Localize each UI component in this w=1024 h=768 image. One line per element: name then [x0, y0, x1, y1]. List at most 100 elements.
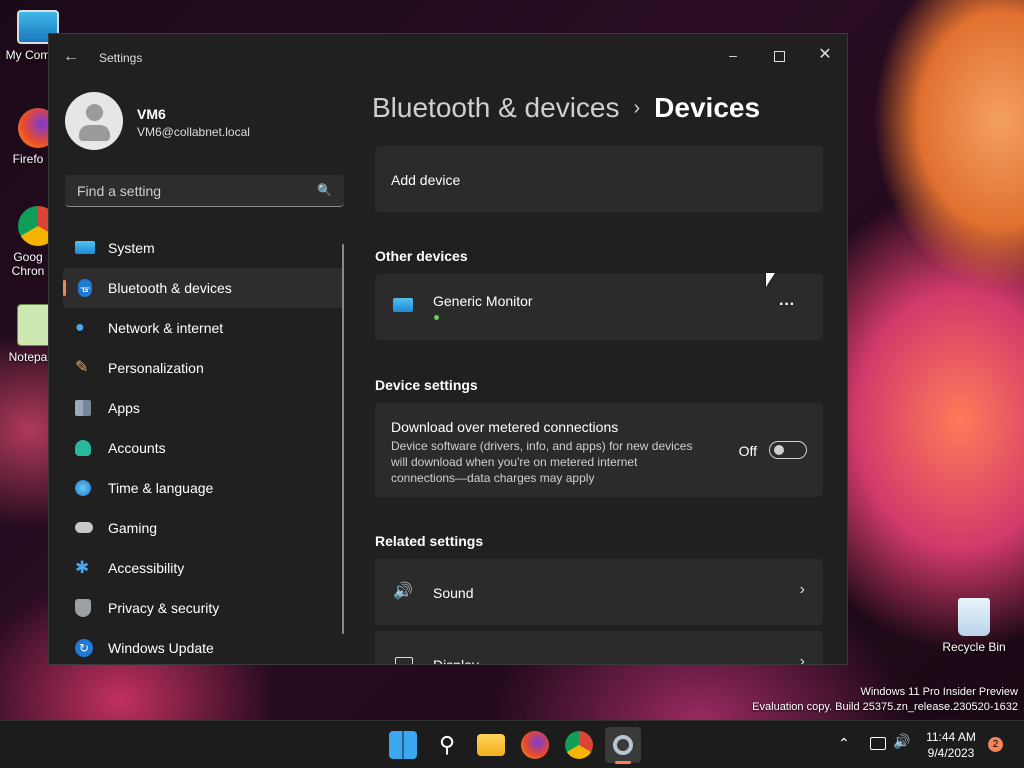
apps-icon — [75, 400, 91, 416]
sidebar-item-accounts[interactable]: Accounts — [63, 428, 343, 468]
accounts-icon — [75, 440, 91, 456]
desktop-icon-label: Notepa — [8, 350, 48, 364]
desktop-icon-recycle-bin[interactable]: Recycle Bin — [942, 598, 1006, 654]
sidebar-item-label: Windows Update — [108, 640, 214, 656]
metered-connection-card: Download over metered connections Device… — [375, 403, 823, 497]
profile-email: VM6@collabnet.local — [137, 125, 250, 139]
back-arrow-icon[interactable]: ← — [63, 48, 81, 66]
related-item-sound[interactable]: 🔊 Sound › — [375, 559, 823, 625]
metered-title: Download over metered connections — [391, 419, 619, 435]
chevron-right-icon: › — [799, 653, 805, 665]
shield-icon — [75, 599, 91, 617]
sidebar-item-bluetooth[interactable]: ᚗ Bluetooth & devices — [63, 268, 343, 308]
clock-date: 9/4/2023 — [927, 746, 975, 760]
mouse-cursor-icon — [766, 273, 775, 287]
toggle-state-label: Off — [738, 443, 757, 459]
sidebar-item-label: Apps — [108, 400, 140, 416]
toggle-knob — [774, 445, 784, 455]
sidebar-item-label: Bluetooth & devices — [108, 280, 232, 296]
sidebar-item-system[interactable]: System — [63, 228, 343, 268]
minimize-button[interactable]: – — [710, 40, 756, 70]
clock[interactable]: 11:44 AM 9/4/2023 — [922, 729, 980, 761]
add-device-label: Add device — [391, 172, 461, 188]
show-hidden-icons-chevron-up-icon[interactable]: ⌃ — [838, 735, 850, 752]
sidebar-item-label: System — [108, 240, 155, 256]
clock-time: 11:44 AM — [926, 730, 976, 744]
settings-window: ← Settings – ✕ VM6 VM6@collabnet.local 🔍… — [48, 33, 848, 665]
chevron-right-icon: › — [633, 97, 641, 119]
related-item-display[interactable]: Display › — [375, 631, 823, 665]
sidebar-item-label: Personalization — [108, 360, 204, 376]
profile-name: VM6 — [137, 106, 166, 122]
desktop-icon-label: My Com — [5, 48, 51, 62]
breadcrumb-parent[interactable]: Bluetooth & devices — [372, 92, 620, 123]
bluetooth-icon: ᚗ — [78, 279, 92, 297]
avatar-head — [86, 104, 103, 121]
desktop-icon-label: Goog Chron — [11, 250, 45, 278]
add-device-card[interactable]: Add device — [375, 146, 823, 212]
user-profile[interactable]: VM6 VM6@collabnet.local — [65, 92, 250, 150]
sidebar-item-label: Network & internet — [108, 320, 224, 336]
volume-icon[interactable]: 🔊 — [893, 733, 910, 750]
search-box[interactable]: 🔍 — [65, 175, 344, 207]
desktop-icon-label: Firefo — [12, 152, 44, 166]
sidebar-item-privacy[interactable]: Privacy & security — [63, 588, 343, 628]
evaluation-watermark: Windows 11 Pro Insider Preview Evaluatio… — [752, 686, 1018, 713]
maximize-icon — [773, 50, 785, 62]
sidebar-item-personalization[interactable]: ✎ Personalization — [63, 348, 343, 388]
gamepad-icon — [75, 522, 93, 533]
chrome-icon[interactable] — [565, 731, 593, 759]
device-settings-heading: Device settings — [375, 377, 478, 393]
settings-gear-icon[interactable] — [605, 727, 641, 764]
sidebar-item-time-language[interactable]: Time & language — [63, 468, 343, 508]
taskbar: ⚲ ⌃ 🔊 11:44 AM 9/4/2023 2 — [0, 720, 1024, 768]
recycle-bin-icon — [958, 598, 990, 636]
system-icon — [75, 241, 95, 254]
status-dot-icon — [434, 315, 439, 320]
notification-badge[interactable]: 2 — [988, 737, 1003, 752]
search-input[interactable] — [75, 182, 309, 200]
sidebar-item-label: Accounts — [108, 440, 166, 456]
window-title: Settings — [99, 51, 143, 65]
sidebar-nav: System ᚗ Bluetooth & devices ● Network &… — [63, 228, 343, 664]
search-icon: 🔍 — [317, 183, 332, 197]
desktop-icon-label: Recycle Bin — [942, 640, 1006, 654]
chevron-right-icon: › — [799, 581, 805, 598]
device-card-generic-monitor[interactable]: Generic Monitor ··· — [375, 274, 823, 340]
avatar — [65, 92, 123, 150]
file-explorer-icon[interactable] — [477, 734, 505, 756]
sidebar-item-network[interactable]: ● Network & internet — [63, 308, 343, 348]
sidebar-scrollbar[interactable] — [342, 244, 344, 634]
sidebar-item-windows-update[interactable]: ↻ Windows Update — [63, 628, 343, 664]
maximize-button[interactable] — [756, 40, 802, 70]
sidebar-item-label: Accessibility — [108, 560, 185, 576]
brush-icon: ✎ — [75, 359, 89, 376]
related-item-label: Display — [433, 657, 479, 665]
metered-description: Device software (drivers, info, and apps… — [391, 439, 693, 485]
page-title: Devices — [654, 92, 761, 123]
sidebar-item-label: Gaming — [108, 520, 158, 536]
search-icon[interactable]: ⚲ — [433, 731, 461, 759]
metered-toggle[interactable] — [769, 441, 807, 459]
breadcrumb: Bluetooth & devices › Devices — [372, 92, 760, 124]
device-name: Generic Monitor — [433, 293, 533, 309]
related-settings-heading: Related settings — [375, 533, 484, 549]
network-icon[interactable] — [870, 737, 886, 750]
close-button[interactable]: ✕ — [802, 40, 847, 70]
display-icon — [395, 657, 413, 664]
start-windows-icon[interactable] — [389, 731, 417, 759]
wifi-icon: ● — [75, 319, 85, 336]
speaker-icon: 🔊 — [393, 583, 413, 600]
sidebar-item-label: Privacy & security — [108, 600, 220, 616]
active-indicator — [615, 761, 631, 764]
sidebar-item-accessibility[interactable]: ✱ Accessibility — [63, 548, 343, 588]
title-bar[interactable]: ← Settings – ✕ — [49, 34, 847, 82]
firefox-icon[interactable] — [521, 731, 549, 759]
sidebar-item-apps[interactable]: Apps — [63, 388, 343, 428]
avatar-body — [79, 125, 110, 141]
sidebar-item-gaming[interactable]: Gaming — [63, 508, 343, 548]
more-options-button[interactable]: ··· — [779, 296, 795, 314]
accessibility-icon: ✱ — [75, 558, 90, 577]
gear-icon — [613, 735, 633, 755]
globe-clock-icon — [75, 480, 91, 496]
